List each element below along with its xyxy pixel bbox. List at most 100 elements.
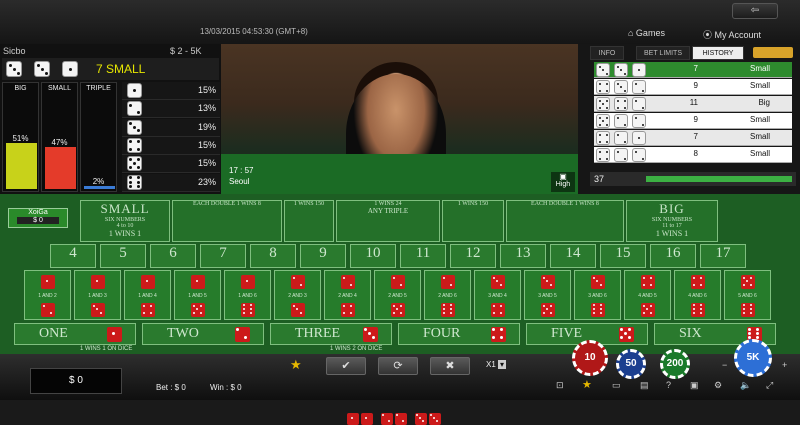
pip	[449, 308, 452, 310]
chip-5K[interactable]: 5K	[734, 339, 772, 377]
pip	[236, 328, 240, 332]
die-6-icon	[741, 303, 755, 317]
favorites-icon[interactable]: ★	[582, 378, 592, 391]
die-3-icon	[127, 119, 142, 135]
bet-total-13[interactable]: 13	[500, 244, 546, 268]
bet-total-16[interactable]: 16	[650, 244, 696, 268]
fullscreen-icon[interactable]: ⤢	[766, 380, 773, 391]
favorite-star-icon[interactable]: ★	[290, 357, 302, 373]
bet-single-3[interactable]: THREE	[270, 323, 392, 345]
pip	[598, 133, 601, 136]
history-icon[interactable]: ⊡	[556, 380, 564, 391]
statistics-icon[interactable]: ▤	[640, 380, 649, 391]
each-double-right-label: EACH DOUBLE 1 WINS 8	[531, 201, 599, 207]
help-icon[interactable]: ?	[666, 380, 671, 390]
bet-total-8[interactable]: 8	[250, 244, 296, 268]
chip-200[interactable]: 200	[660, 349, 690, 379]
die-3-icon	[34, 61, 50, 77]
bet-combination[interactable]: 3 AND 4	[474, 270, 521, 320]
die-2-icon	[614, 148, 628, 162]
bet-any-triple[interactable]: 1 WINS 24 ANY TRIPLE	[336, 200, 440, 242]
view-toggle-buttons[interactable]	[753, 47, 793, 58]
bet-total-14[interactable]: 14	[550, 244, 596, 268]
bet-combination[interactable]: 2 AND 6	[424, 270, 471, 320]
bet-each-double-left[interactable]: EACH DOUBLE 1 WINS 8	[172, 200, 441, 425]
bet-total-6[interactable]: 6	[150, 244, 196, 268]
die-2-icon	[341, 275, 355, 289]
video-quality-button[interactable]: ▣ High	[551, 172, 575, 192]
bet-combination[interactable]: 2 AND 5	[374, 270, 421, 320]
bet-combination[interactable]: 5 AND 6	[724, 270, 771, 320]
bet-single-2[interactable]: TWO	[142, 323, 264, 345]
settings-icon[interactable]: ⚙	[714, 380, 722, 391]
pip	[436, 420, 438, 422]
pip	[449, 283, 452, 286]
pip	[68, 67, 72, 71]
chip-50[interactable]: 50	[616, 349, 646, 379]
bet-amount: Bet : $ 0	[156, 383, 186, 392]
chip-prev-icon[interactable]: −	[722, 360, 727, 370]
pip	[634, 99, 637, 102]
pip	[402, 420, 404, 422]
bet-combination[interactable]: 1 AND 6	[224, 270, 271, 320]
bet-combination[interactable]: 1 AND 3	[74, 270, 121, 320]
die-2-icon	[381, 413, 393, 425]
bet-small[interactable]: SMALL SIX NUMBERS 4 to 10 1 WINS 1	[80, 200, 170, 242]
face-stat-row: 15%	[122, 155, 220, 174]
volume-icon[interactable]: 🔈	[740, 380, 751, 391]
bet-specific-triple-right[interactable]: 1 WINS 150	[442, 200, 504, 242]
bet-total-10[interactable]: 10	[350, 244, 396, 268]
bet-total-11[interactable]: 11	[400, 244, 446, 268]
pip	[42, 304, 45, 307]
chip-10[interactable]: 10	[572, 340, 608, 376]
chip-next-icon[interactable]: +	[782, 360, 787, 370]
bet-specific-triple-left[interactable]: 1 WINS 150	[284, 200, 334, 242]
combination-label: 1 AND 5	[188, 293, 207, 299]
pip	[396, 308, 398, 310]
bet-total-12[interactable]: 12	[450, 244, 496, 268]
video-settings-icon[interactable]: ▣	[690, 380, 699, 391]
bet-combination[interactable]: 4 AND 6	[674, 270, 721, 320]
bet-big[interactable]: BIG SIX NUMBERS 11 to 17 1 WINS 1	[626, 200, 718, 242]
multiplier-select[interactable]: X1 ▾	[486, 360, 507, 369]
bet-each-double-right[interactable]: EACH DOUBLE 1 WINS 8	[506, 200, 624, 242]
pip	[149, 311, 152, 314]
bet-total-17[interactable]: 17	[700, 244, 746, 268]
tab-bet-limits[interactable]: BET LIMITS	[636, 46, 690, 60]
bet-combination[interactable]: 1 AND 4	[124, 270, 171, 320]
pip	[616, 99, 619, 102]
face-stat-row: 13%	[122, 100, 220, 119]
pip	[192, 311, 195, 314]
pip	[692, 311, 695, 314]
bet-single-4[interactable]: FOUR	[398, 323, 520, 345]
tab-info[interactable]: INFO	[590, 46, 624, 60]
bet-combination[interactable]: 3 AND 6	[574, 270, 621, 320]
bet-single-1[interactable]: ONE	[14, 323, 136, 345]
bet-total-15[interactable]: 15	[600, 244, 646, 268]
chat-icon[interactable]: ▭	[612, 380, 621, 391]
history-total: 8	[693, 149, 698, 158]
pip	[598, 89, 601, 92]
bet-combination[interactable]: 2 AND 4	[324, 270, 371, 320]
history-result: Big	[758, 98, 770, 107]
bet-total-4[interactable]: 4	[50, 244, 96, 268]
games-link[interactable]: ⌂ Games	[628, 28, 665, 38]
bet-combination[interactable]: 1 AND 2	[24, 270, 71, 320]
bet-combination[interactable]: 4 AND 5	[624, 270, 671, 320]
die-3-icon	[491, 275, 505, 289]
my-account-link[interactable]: ⦿ My Account	[703, 28, 761, 41]
bet-combination[interactable]: 2 AND 3	[274, 270, 321, 320]
bet-combination[interactable]: 1 AND 5	[174, 270, 221, 320]
bet-combination[interactable]: 3 AND 5	[524, 270, 571, 320]
tab-history[interactable]: HISTORY	[692, 46, 744, 60]
bet-total-7[interactable]: 7	[200, 244, 246, 268]
pip	[692, 283, 695, 286]
stat-big-pct: 51%	[12, 134, 29, 144]
bet-total-9[interactable]: 9	[300, 244, 346, 268]
pip	[748, 332, 752, 335]
bet-total-5[interactable]: 5	[100, 244, 146, 268]
rebet-button[interactable]: ⟳	[378, 357, 418, 375]
confirm-bet-button[interactable]: ✔	[326, 357, 366, 375]
clear-bet-button[interactable]: ✖	[430, 357, 470, 375]
exit-button[interactable]: ⇦	[732, 3, 778, 19]
